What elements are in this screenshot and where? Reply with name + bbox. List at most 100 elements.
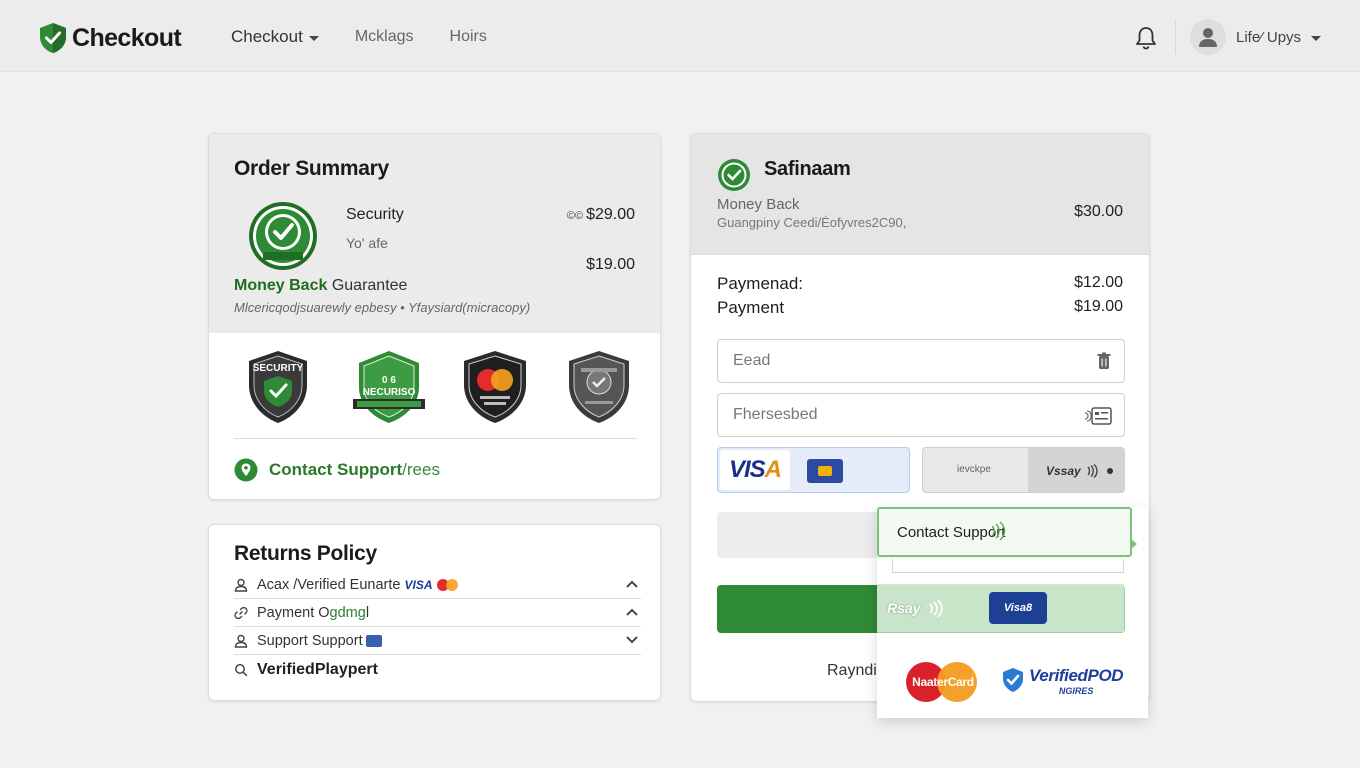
search-icon (234, 663, 250, 677)
nav-item-hoirs[interactable]: Hoirs (450, 27, 487, 47)
visa-logo: VIS A (720, 450, 790, 490)
payment-option-brand: Vssay (1028, 448, 1124, 492)
price-value: $29.00 (586, 206, 635, 223)
payment-card-caption: Guangpiny Ceedi/Éofyvres2C90, (717, 215, 907, 230)
visa-text: VIS (728, 456, 766, 483)
nav-item-label: Hoirs (449, 28, 487, 45)
badge-2-text: NECURISO (363, 387, 416, 398)
chevron-down-icon (308, 35, 319, 41)
visa-mini-logo: VISA (404, 577, 433, 592)
user-icon (1199, 28, 1217, 47)
contact-support-link[interactable]: Contact Support/rees (234, 458, 440, 482)
popover-pointer (1131, 539, 1137, 549)
brand-name: Checkout (72, 23, 182, 52)
payment-methods: VIS A ievckpe Vssay (717, 447, 1125, 493)
price-prefix: ©© (566, 210, 584, 222)
nav-item-label: Mcklags (354, 28, 414, 45)
payment-card-title: Safinaam (764, 158, 851, 180)
contact-support-button[interactable]: Contact Support (877, 507, 1137, 557)
notifications-button[interactable] (1133, 25, 1159, 56)
verified-main-text: VerifiedPOD (1029, 666, 1124, 685)
chevron-down-icon[interactable] (625, 635, 639, 645)
card-icon (365, 634, 382, 647)
order-summary-card: Order Summary Security Yo' afe ©© $29.00 … (208, 133, 661, 500)
visa-chip-text: Visa8 (1003, 602, 1033, 614)
svg-text:0 6: 0 6 (382, 375, 396, 386)
accepted-cards: NaaterCard VerifiedPOD NGIRES (877, 645, 1148, 718)
field-placeholder: Eead (733, 352, 771, 369)
list-item-label-accent: gdmg (329, 604, 366, 621)
mastercard-logo: NaaterCard (906, 662, 980, 702)
list-item-label: Verified (257, 661, 315, 678)
main-nav: Checkout Mcklags Hoirs (231, 27, 523, 47)
returns-policy-list: Acax /Verified Eunarte VISA Payment Ogdm… (234, 571, 641, 685)
visa-payment-option[interactable]: VIS A (717, 447, 910, 493)
contactless-icon (1087, 464, 1098, 478)
order-item-subtitle: Yo' afe (346, 235, 388, 251)
order-item-name: Security (346, 206, 404, 223)
list-item[interactable]: Acax /Verified Eunarte VISA (234, 571, 641, 599)
shield-check-icon (40, 23, 66, 53)
user-icon (234, 578, 250, 592)
list-item[interactable]: Payment Ogdmg l (234, 599, 641, 627)
card-scan-icon[interactable] (1084, 406, 1112, 426)
card-chip-icon (807, 459, 843, 483)
mastercard-mini-icon (436, 578, 459, 591)
header-divider (1175, 20, 1176, 54)
payment-card-header-price: $30.00 (1074, 203, 1123, 220)
contactless-icon (991, 521, 1006, 540)
list-item[interactable]: Support Support (234, 627, 641, 655)
contactless-icon (929, 599, 944, 617)
list-item-label: Support Support (257, 632, 363, 649)
payment-popover: Contact Support Rsay Visa8 NaaterCard Ve… (877, 507, 1148, 718)
order-secondary-price: $19.00 (586, 256, 635, 273)
secured-shield-badge-icon: 0 6 NECURISO (353, 351, 425, 423)
line-item-label: Payment (717, 298, 785, 317)
user-menu[interactable]: Life⁄ Upys (1190, 19, 1322, 55)
guarantee-green-text: Money Back (234, 277, 328, 294)
money-back-guarantee: Money Back Guarantee (234, 277, 407, 295)
mastercard-shield-badge-icon (464, 351, 526, 423)
chevron-up-icon[interactable] (625, 607, 639, 617)
nav-item-checkout[interactable]: Checkout (231, 27, 319, 47)
order-summary-title: Order Summary (234, 157, 389, 180)
email-field[interactable]: Eead (717, 339, 1125, 383)
top-bar: Checkout Checkout Mcklags Hoirs Life⁄ Up… (0, 0, 1360, 72)
visa-card-icon: Visa8 (989, 592, 1047, 624)
trust-badges: SECURITY 0 6 NECURISO (245, 349, 629, 427)
security-shield-badge-icon: SECURITY (249, 351, 307, 423)
link-icon (234, 606, 250, 620)
chevron-down-icon (1311, 35, 1322, 41)
list-item-label-end: l (365, 604, 370, 621)
list-item[interactable]: Verified Playpert (234, 655, 641, 685)
payment-card-header (691, 134, 1149, 255)
verified-pod-logo: VerifiedPOD NGIRES (1001, 666, 1124, 696)
contactless-payment-option[interactable]: ievckpe Vssay (922, 447, 1125, 493)
verified-shield-badge-icon (569, 351, 629, 423)
field-placeholder: Fhersesbed (733, 406, 818, 423)
order-item-price: ©© $29.00 (567, 206, 635, 224)
chevron-up-icon[interactable] (625, 579, 639, 589)
popover-pay-bar[interactable]: Rsay Visa8 (877, 584, 1124, 632)
visa-text-accent: A (764, 456, 782, 483)
popover-input[interactable] (892, 559, 1124, 573)
brand-logo[interactable]: Checkout (38, 22, 182, 54)
nav-item-mcklags[interactable]: Mcklags (355, 27, 414, 47)
bell-icon (1136, 27, 1156, 50)
divider (234, 438, 637, 439)
list-item-label: Acax /Verified Eunarte (257, 576, 401, 593)
verified-sub-text: NGIRES (1058, 686, 1094, 696)
payment-card-subtitle: Money Back (717, 196, 800, 213)
list-item-label-accent: Playpert (314, 661, 378, 678)
returns-policy-title: Returns Policy (234, 542, 377, 565)
mastercard-text: NaaterCard (912, 675, 974, 689)
shield-check-icon (1003, 668, 1023, 692)
trash-icon[interactable] (1096, 352, 1112, 370)
brand-text: Vssay (1046, 464, 1081, 478)
guarantee-text: Guarantee (327, 277, 408, 294)
guarantee-microcopy: Mlcericqodjsuarewly epbesy • Yfaysiard(m… (234, 300, 531, 315)
nav-item-label: Checkout (231, 27, 303, 46)
card-number-field[interactable]: Fhersesbed (717, 393, 1125, 437)
user-name: Life⁄ Upys (1236, 28, 1302, 46)
guarantee-seal-icon (249, 202, 317, 270)
